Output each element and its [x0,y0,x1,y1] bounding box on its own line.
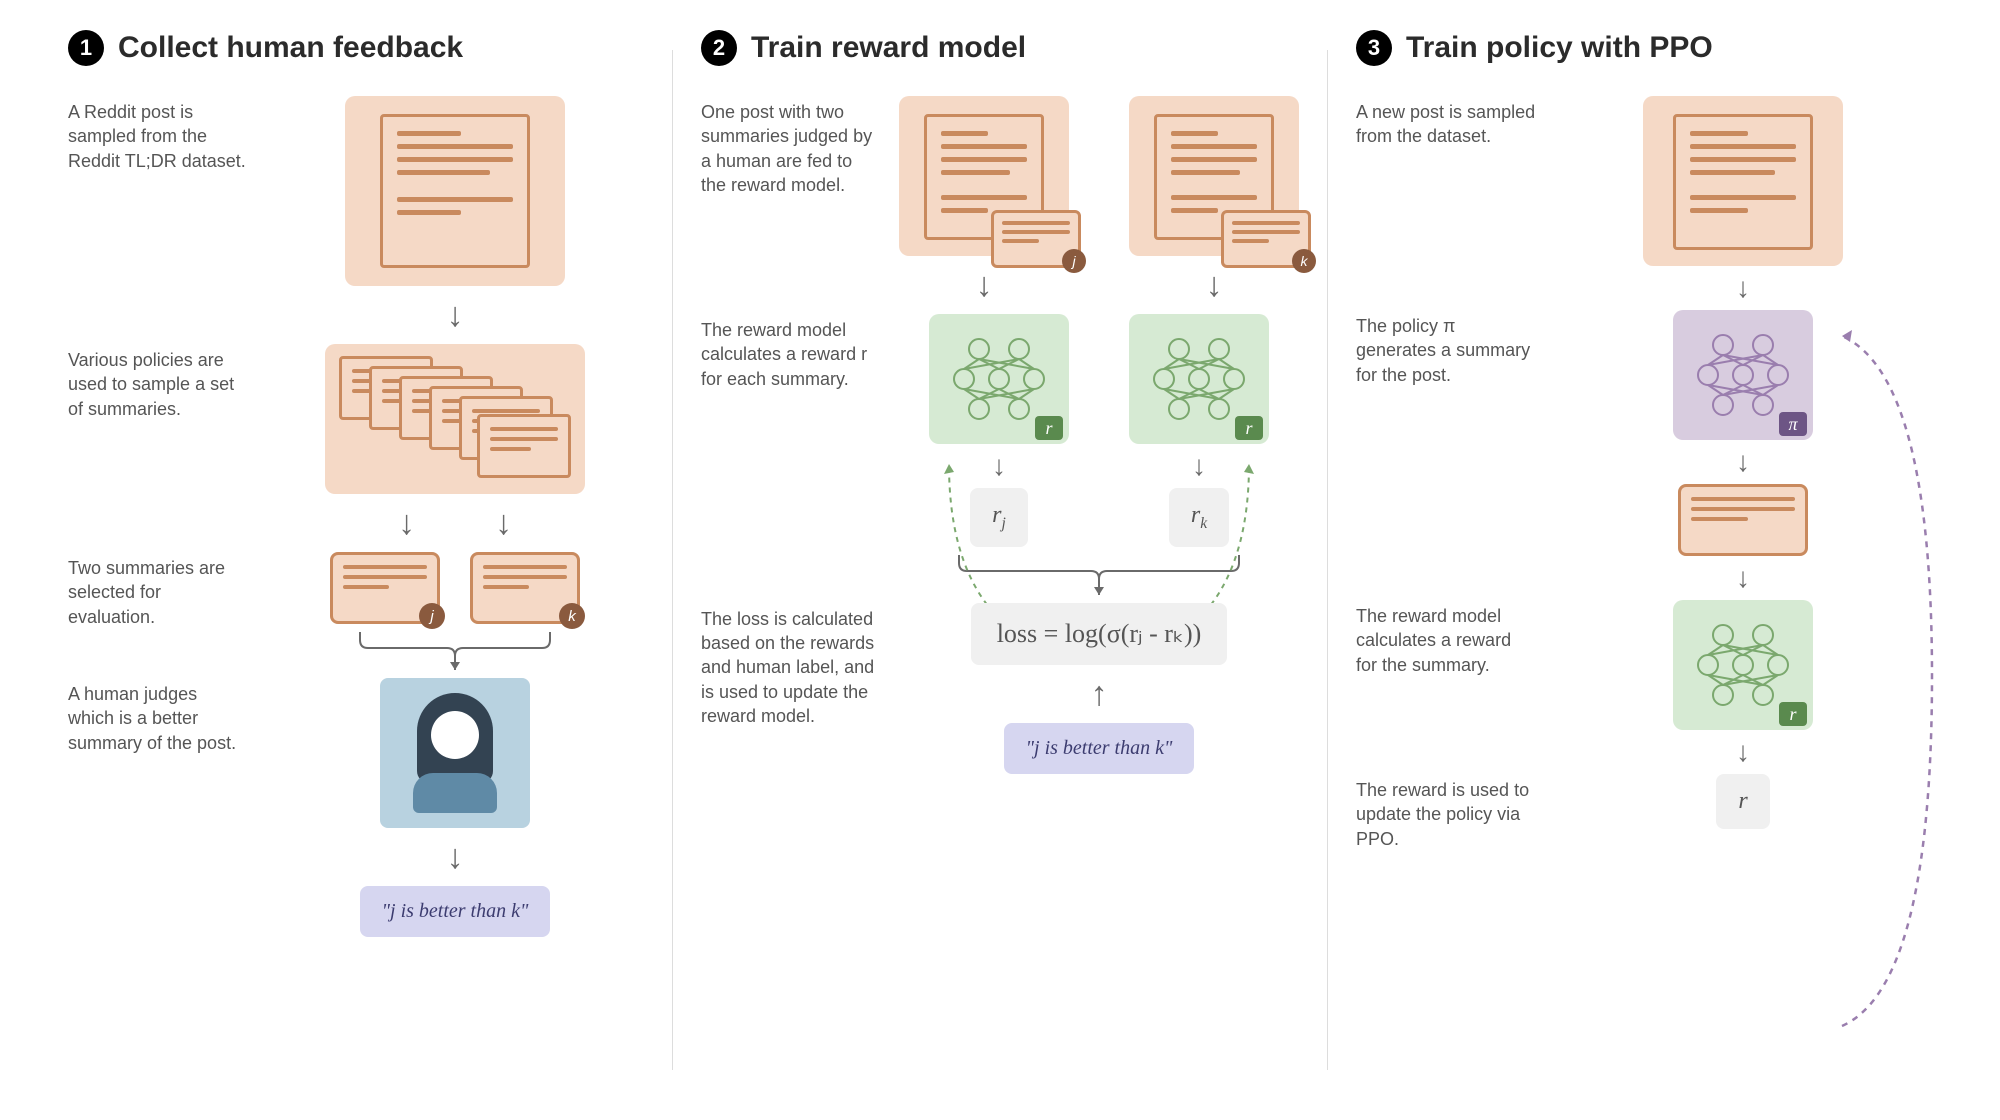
col1-step3-text: Two summaries are selected for evaluatio… [68,552,248,629]
post-with-summary-k-icon: k [1129,96,1299,256]
col3-step1-text: A new post is sampled from the dataset. [1356,96,1536,149]
col1-title: Collect human feedback [118,31,463,65]
col-train-policy: 3 Train policy with PPO A new post is sa… [1328,30,1960,1090]
nn-label-pi: π [1779,412,1807,436]
nn-label-r: r [1035,416,1063,440]
step-number-badge: 1 [68,30,104,66]
col3-step3: The reward model calculates a reward for… [1356,600,1932,774]
col3-step1: A new post is sampled from the dataset. … [1356,96,1932,310]
post-icon [1643,96,1843,266]
summaries-stack-icon [325,344,585,494]
col3-step2: The policy π generates a summary for the… [1356,310,1932,600]
col-collect-feedback: 1 Collect human feedback A Reddit post i… [40,30,672,1090]
policy-model-icon: π [1673,310,1813,440]
arrow-down-icon: ↓ [447,298,464,332]
reward-j-value: rj [970,488,1028,547]
reward-model-icon: r [1673,600,1813,730]
col2-header: 2 Train reward model [701,30,1299,66]
merge-bracket-icon [330,628,580,674]
summary-k-icon: k [470,552,580,624]
tag-j: j [419,603,445,629]
col3-step3-text: The reward model calculates a reward for… [1356,600,1536,677]
arrow-down-icon: ↓ [1736,274,1750,302]
tag-k: k [1292,249,1316,273]
human-judge-icon [380,678,530,828]
arrow-down-icon: ↓ [976,268,993,302]
col1-step2: Various policies are used to sample a se… [68,344,644,552]
reward-output-value: r [1716,774,1769,829]
arrow-down-icon: ↓ [1736,564,1750,592]
arrow-down-icon: ↓ [447,840,464,874]
merge-bracket-icon [919,551,1279,599]
col3-step4-text: The reward is used to update the policy … [1356,774,1536,851]
col3-header: 3 Train policy with PPO [1356,30,1932,66]
reddit-post-icon [345,96,565,286]
tag-j: j [1062,249,1086,273]
col2-step1: One post with two summaries judged by a … [701,96,1299,314]
tag-k: k [559,603,585,629]
col1-step1-text: A Reddit post is sampled from the Reddit… [68,96,248,173]
arrow-down-icon: ↓ [1736,738,1750,766]
step-number-badge: 2 [701,30,737,66]
step-number-badge: 3 [1356,30,1392,66]
col3-title: Train policy with PPO [1406,31,1713,65]
post-with-summary-j-icon: j [899,96,1069,256]
col1-step2-text: Various policies are used to sample a se… [68,344,248,421]
col2-step2: The reward model calculates a reward r f… [701,314,1299,603]
arrow-down-icon: ↓ [495,506,512,540]
nn-label-r: r [1235,416,1263,440]
judgment-quote: "j is better than k" [360,886,551,937]
col-train-reward: 2 Train reward model One post with two s… [673,30,1327,1090]
reward-k-value: rk [1169,488,1229,547]
col2-step1-text: One post with two summaries judged by a … [701,96,881,197]
summary-j-icon: j [330,552,440,624]
arrow-down-icon: ↓ [398,506,415,540]
arrow-down-icon: ↓ [1192,452,1206,480]
loss-formula: loss = log(σ(rⱼ - rₖ)) [971,603,1228,665]
col2-title: Train reward model [751,31,1026,65]
generated-summary-icon [1678,484,1808,556]
judgment-quote: "j is better than k" [1004,723,1195,774]
col2-step3-text: The loss is calculated based on the rewa… [701,603,881,728]
col3-step4: The reward is used to update the policy … [1356,774,1932,851]
col1-header: 1 Collect human feedback [68,30,644,66]
col1-step1: A Reddit post is sampled from the Reddit… [68,96,644,344]
arrow-down-icon: ↓ [1206,268,1223,302]
diagram-root: 1 Collect human feedback A Reddit post i… [0,0,2000,1120]
col1-step4: A human judges which is a better summary… [68,678,644,937]
arrow-down-icon: ↓ [992,452,1006,480]
col1-step4-text: A human judges which is a better summary… [68,678,248,755]
col2-step2-text: The reward model calculates a reward r f… [701,314,881,391]
col3-step2-text: The policy π generates a summary for the… [1356,310,1536,387]
arrow-down-icon: ↓ [1736,448,1750,476]
reward-model-icon: r [1129,314,1269,444]
reward-model-icon: r [929,314,1069,444]
col1-step3: Two summaries are selected for evaluatio… [68,552,644,678]
nn-label-r: r [1779,702,1807,726]
arrow-up-icon: ↑ [1091,677,1108,711]
col2-step3: The loss is calculated based on the rewa… [701,603,1299,774]
